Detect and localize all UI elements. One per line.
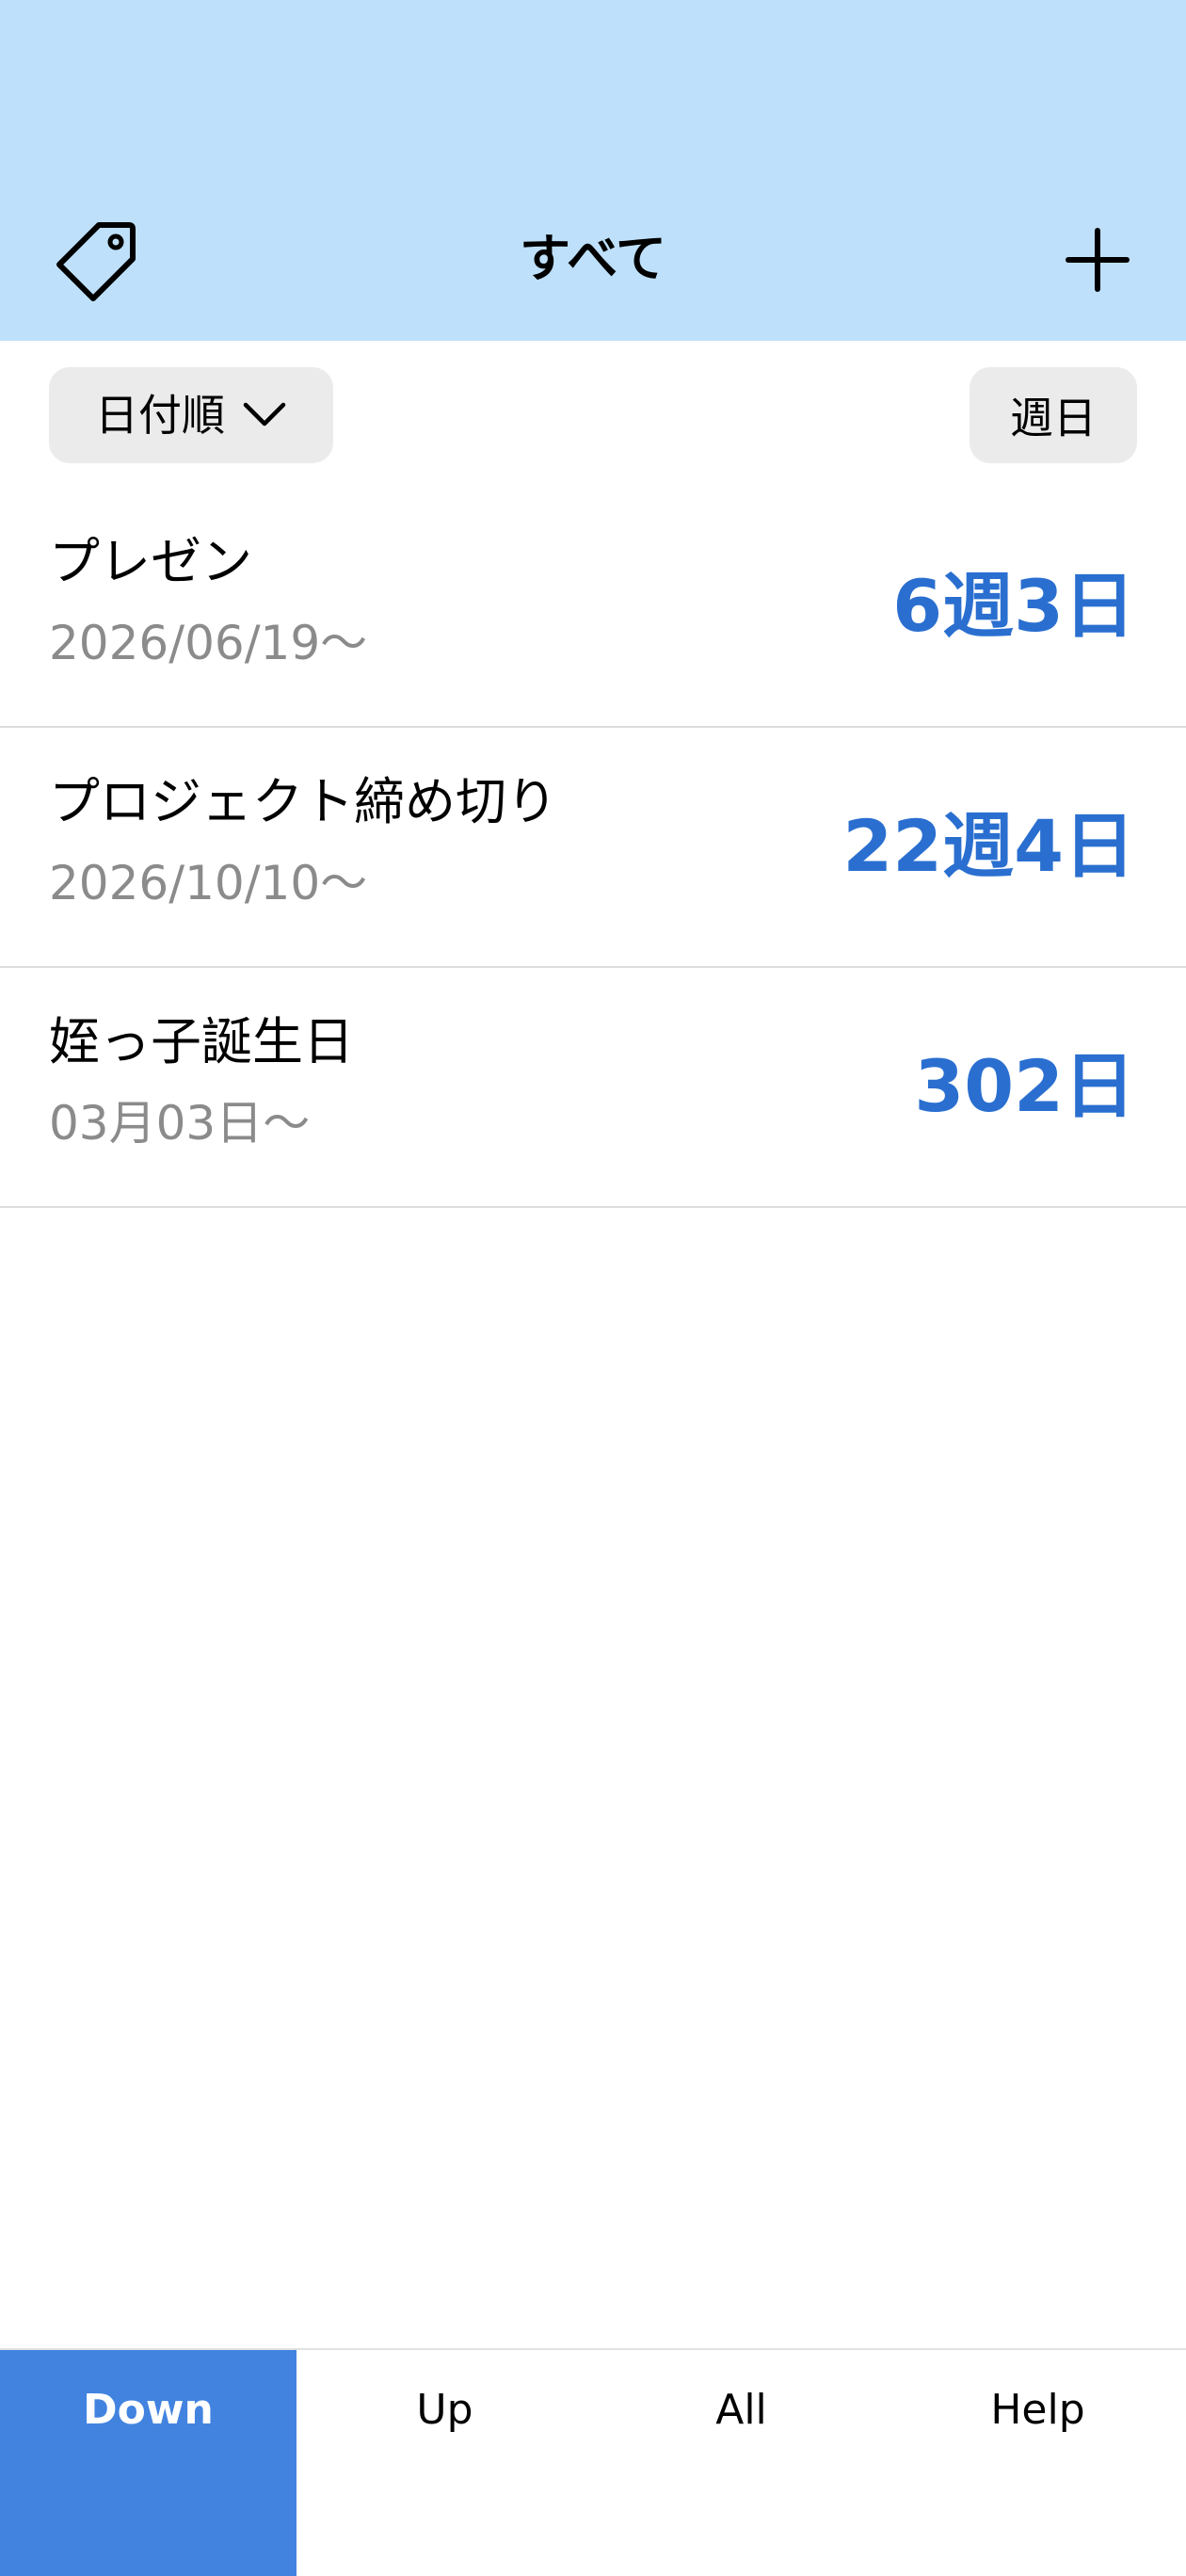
event-title: 姪っ子誕生日 bbox=[49, 1012, 354, 1071]
plus-icon bbox=[1066, 228, 1130, 292]
tab-up[interactable]: Up bbox=[296, 2350, 593, 2576]
event-countdown: 6週3日 bbox=[892, 564, 1135, 648]
event-date: 2026/06/19～ bbox=[49, 616, 368, 670]
bottom-tab-bar: Down Up All Help bbox=[0, 2348, 1186, 2576]
header-bar: すべて bbox=[0, 0, 1186, 341]
event-date: 03月03日～ bbox=[49, 1096, 311, 1151]
sort-order-button[interactable]: 日付順 bbox=[49, 367, 333, 463]
tag-button[interactable] bbox=[49, 213, 143, 307]
event-row[interactable]: 姪っ子誕生日 03月03日～ 302日 bbox=[0, 968, 1186, 1208]
tab-help[interactable]: Help bbox=[890, 2350, 1186, 2576]
chevron-down-icon bbox=[242, 401, 287, 429]
display-unit-button[interactable]: 週日 bbox=[970, 367, 1137, 463]
add-button[interactable] bbox=[1050, 213, 1145, 307]
event-countdown: 22週4日 bbox=[842, 804, 1135, 888]
tag-icon bbox=[56, 222, 136, 301]
event-title: プロジェクト締め切り bbox=[49, 772, 557, 831]
event-list: プレゼン 2026/06/19～ 6週3日 プロジェクト締め切り 2026/10… bbox=[0, 488, 1186, 1208]
tab-down[interactable]: Down bbox=[0, 2350, 296, 2576]
event-row[interactable]: プロジェクト締め切り 2026/10/10～ 22週4日 bbox=[0, 728, 1186, 968]
event-date: 2026/10/10～ bbox=[49, 856, 368, 910]
event-title: プレゼン bbox=[49, 532, 252, 591]
event-countdown: 302日 bbox=[914, 1044, 1135, 1128]
sort-order-label: 日付順 bbox=[95, 390, 225, 441]
page-title: すべて bbox=[519, 229, 667, 288]
event-row[interactable]: プレゼン 2026/06/19～ 6週3日 bbox=[0, 488, 1186, 728]
tab-all[interactable]: All bbox=[593, 2350, 890, 2576]
